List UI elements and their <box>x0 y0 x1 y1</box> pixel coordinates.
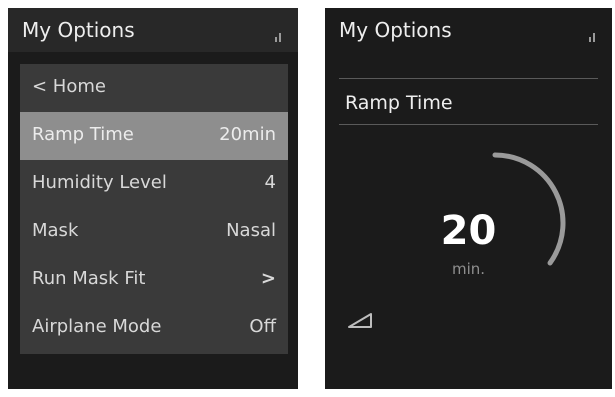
menu-item-value: 4 <box>264 172 276 193</box>
title-bar: My Options <box>325 8 612 52</box>
menu-item-run-mask-fit[interactable]: Run Mask Fit > <box>20 256 288 304</box>
menu-item-ramp-time[interactable]: Ramp Time 20min <box>20 112 288 160</box>
screen-title: My Options <box>339 18 452 42</box>
menu-item-label: Humidity Level <box>32 172 167 193</box>
dial-value: 20 <box>440 208 497 254</box>
divider <box>339 124 598 125</box>
title-bar: My Options <box>8 8 298 52</box>
menu-item-value: 20min <box>219 124 276 145</box>
dial-unit: min. <box>451 260 486 278</box>
divider <box>339 78 598 79</box>
chevron-right-icon: > <box>260 268 276 289</box>
menu-item-humidity-level[interactable]: Humidity Level 4 <box>20 160 288 208</box>
menu-item-label: Airplane Mode <box>32 316 162 337</box>
right-device-screen: My Options Ramp Time 20 min. <box>325 8 612 389</box>
menu-item-label: Ramp Time <box>32 124 134 145</box>
options-menu: < Home Ramp Time 20min Humidity Level 4 … <box>20 64 288 354</box>
menu-item-value: Off <box>249 316 276 337</box>
menu-item-mask[interactable]: Mask Nasal <box>20 208 288 256</box>
menu-item-label: Run Mask Fit <box>32 268 146 289</box>
menu-item-label: Mask <box>32 220 79 241</box>
signal-icon <box>589 33 595 42</box>
menu-item-label: < Home <box>32 76 106 97</box>
ramp-triangle-icon <box>348 313 372 328</box>
screen-title: My Options <box>22 18 135 42</box>
menu-item-airplane-mode[interactable]: Airplane Mode Off <box>20 304 288 352</box>
menu-item-value: Nasal <box>226 220 276 241</box>
left-device-screen: My Options < Home Ramp Time 20min Humidi… <box>8 8 298 389</box>
signal-icon <box>275 33 281 42</box>
setting-label: Ramp Time <box>345 92 453 114</box>
menu-item-home[interactable]: < Home <box>20 64 288 112</box>
